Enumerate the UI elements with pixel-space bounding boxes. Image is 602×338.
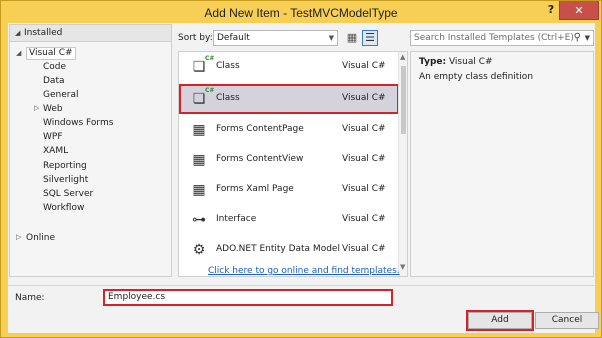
tree-item-wpf[interactable]: WPF <box>43 131 63 144</box>
template-name: Class <box>216 61 240 71</box>
template-language: Visual C# <box>342 93 386 103</box>
template-row[interactable]: ▦ Forms Xaml Page Visual C# <box>179 175 399 205</box>
search-icon[interactable]: ⚲ <box>574 31 581 45</box>
template-row[interactable]: ❏ C# Class Visual C# <box>179 52 399 82</box>
expand-triangle-icon[interactable]: ▷ <box>34 104 39 112</box>
tree-installed-header[interactable]: ◢ Installed <box>10 25 171 42</box>
template-name: Forms Xaml Page <box>216 184 294 194</box>
sort-dropdown[interactable]: Default ▼ <box>213 30 338 46</box>
sort-label: Sort by: <box>178 33 213 43</box>
tree-item-data[interactable]: Data <box>43 75 65 88</box>
template-name: Interface <box>216 214 257 224</box>
tree-item-workflow[interactable]: Workflow <box>43 202 84 215</box>
chevron-down-icon: ▼ <box>328 34 334 42</box>
template-name: Forms ContentView <box>216 154 304 164</box>
scroll-thumb[interactable] <box>401 66 406 134</box>
template-language: Visual C# <box>342 154 386 164</box>
forms-view-icon: ▦ <box>192 152 206 168</box>
tree-item-windows-forms[interactable]: Windows Forms <box>43 117 113 130</box>
tree-item-sql-server[interactable]: SQL Server <box>43 188 93 201</box>
chevron-down-icon[interactable]: ▼ <box>585 31 590 45</box>
cancel-button[interactable]: Cancel <box>535 312 599 329</box>
template-name: Class <box>216 93 240 103</box>
template-language: Visual C# <box>342 61 386 71</box>
template-row[interactable]: ⊶ Interface Visual C# <box>179 205 399 235</box>
template-tree: ◢ Installed ◢ Visual C# Code Data Genera… <box>9 24 172 277</box>
template-language: Visual C# <box>342 244 386 254</box>
template-row[interactable]: ▦ Forms ContentView Visual C# <box>179 145 399 175</box>
help-button[interactable]: ? <box>545 3 557 19</box>
scroll-down-icon[interactable]: ▼ <box>400 263 405 271</box>
name-input[interactable]: Employee.cs <box>103 289 393 306</box>
tree-item-silverlight[interactable]: Silverlight <box>43 174 88 187</box>
title-bar[interactable]: Add New Item - TestMVCModelType ? ✕ <box>1 1 601 23</box>
tree-item-general[interactable]: General <box>43 89 78 102</box>
template-row[interactable]: ⚙ ADO.NET Entity Data Model Visual C# <box>179 235 399 265</box>
entity-model-icon: ⚙ <box>192 242 206 258</box>
close-button[interactable]: ✕ <box>559 1 599 20</box>
interface-icon: ⊶ <box>192 212 206 228</box>
tree-item-code[interactable]: Code <box>43 61 66 74</box>
tree-item-reporting[interactable]: Reporting <box>43 160 87 173</box>
csharp-badge-icon: C# <box>205 55 215 62</box>
template-name: Forms ContentPage <box>216 124 304 134</box>
grid-view-icon[interactable]: ▦ <box>345 30 359 46</box>
collapse-triangle-icon[interactable]: ◢ <box>16 49 21 57</box>
template-language: Visual C# <box>342 184 386 194</box>
type-value: Visual C# <box>448 57 493 67</box>
dialog-title: Add New Item - TestMVCModelType <box>204 6 398 20</box>
template-list: ❏ C# Class Visual C# ❏ C# Class Visual C… <box>178 51 408 277</box>
search-input[interactable]: Search Installed Templates (Ctrl+E) ⚲ ▼ <box>410 30 594 46</box>
csharp-badge-icon: C# <box>205 87 215 94</box>
type-label: Type: <box>419 57 447 67</box>
template-row[interactable]: ▦ Forms ContentPage Visual C# <box>179 115 399 145</box>
divider <box>8 285 595 286</box>
tree-item-xaml[interactable]: XAML <box>43 145 68 158</box>
tree-item-visual-csharp[interactable]: Visual C# <box>26 47 76 60</box>
list-view-icon[interactable]: ☰ <box>362 30 378 46</box>
sort-bar: Sort by: Default ▼ ▦ ☰ <box>178 30 408 48</box>
name-label: Name: <box>15 293 45 303</box>
template-name: ADO.NET Entity Data Model <box>216 244 340 254</box>
type-line: Type: Visual C# <box>419 57 493 67</box>
expand-triangle-icon[interactable]: ▷ <box>16 233 21 241</box>
dialog-client: ◢ Installed ◢ Visual C# Code Data Genera… <box>8 23 599 333</box>
add-new-item-dialog: Add New Item - TestMVCModelType ? ✕ ◢ In… <box>0 0 602 338</box>
template-list-scrollbar[interactable]: ▲ ▼ <box>398 52 407 276</box>
details-pane: Type: Visual C# An empty class definitio… <box>410 51 594 277</box>
tree-installed-label: Installed <box>24 28 63 38</box>
tree-item-web[interactable]: Web <box>43 103 63 116</box>
forms-xaml-icon: ▦ <box>192 182 206 198</box>
template-language: Visual C# <box>342 214 386 224</box>
sort-value: Default <box>217 33 250 43</box>
add-button[interactable]: Add <box>466 310 534 331</box>
search-placeholder: Search Installed Templates (Ctrl+E) <box>414 33 574 43</box>
template-description: An empty class definition <box>419 72 534 82</box>
online-templates-link[interactable]: Click here to go online and find templat… <box>208 266 400 276</box>
scroll-up-icon[interactable]: ▲ <box>400 53 405 61</box>
forms-page-icon: ▦ <box>192 122 206 138</box>
template-language: Visual C# <box>342 124 386 134</box>
collapse-triangle-icon[interactable]: ◢ <box>15 29 20 37</box>
template-row-selected[interactable]: ❏ C# Class Visual C# <box>179 84 399 114</box>
tree-item-online[interactable]: Online <box>26 232 55 245</box>
